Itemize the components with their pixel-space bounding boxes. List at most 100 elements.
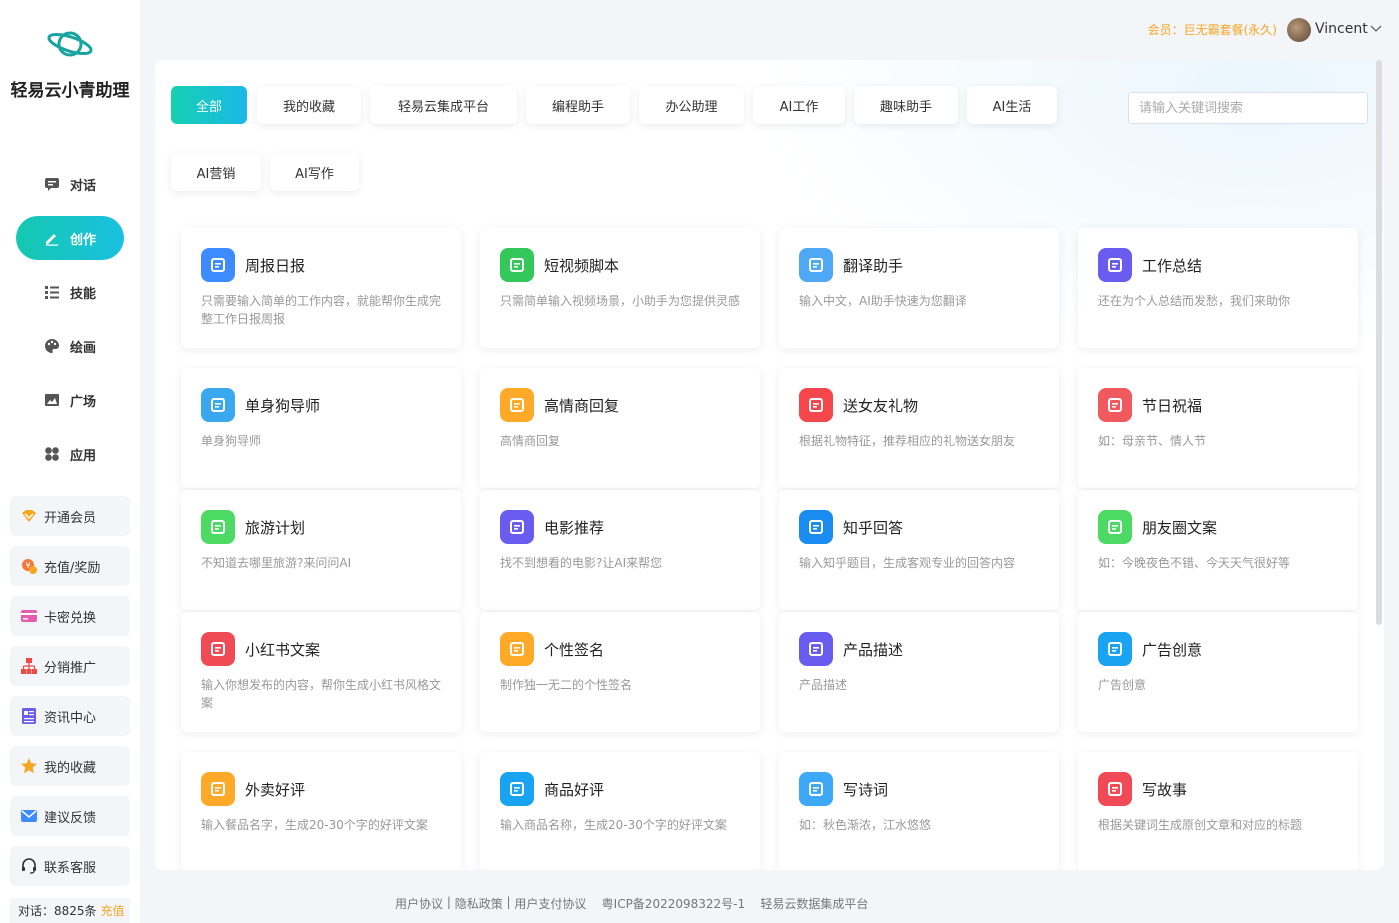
app-card[interactable]: 电影推荐 找不到想看的电影?让AI来帮您 [480,490,760,610]
card-title: 写故事 [1142,781,1188,799]
translate-icon [799,248,833,282]
card-title: 节日祝福 [1142,397,1203,415]
tab-coding-assistant[interactable]: 编程助手 [526,86,630,124]
news-center-button[interactable]: 资讯中心 [10,696,130,736]
app-card[interactable]: 写诗词如：秋色渐浓，江水悠悠 [779,752,1059,870]
card-description: 制作独一无二的个性签名 [500,678,633,692]
image-icon [44,392,60,408]
app-card[interactable]: 小红书文案输入你想发布的内容，帮你生成小红书风格文案 [181,612,461,732]
search-input[interactable] [1128,92,1368,124]
calendar-icon [201,248,235,282]
card-description: 不知道去哪里旅游?来问问AI [201,556,352,570]
coin-icon: ¥ [20,557,38,575]
nav-item-square[interactable]: 广场 [16,378,124,422]
tab-ai-marketing[interactable]: AI营销 [171,153,261,191]
tab-my-favorites[interactable]: 我的收藏 [257,86,361,124]
list-icon [44,284,60,300]
sidebar: 轻易云小青助理 对话 创作 技能 绘画 广场 应用 开通会员 ¥ 充值/奖励 卡… [0,0,140,923]
zhihu-icon [799,510,833,544]
app-card[interactable]: 周报日报只需要输入简单的工作内容，就能帮你生成完整工作日报周报 [181,228,461,348]
icp-link[interactable]: 粤ICP备2022098322号-1 [602,895,745,912]
app-card[interactable]: 翻译助手输入中文，AI助手快速为您翻译 [779,228,1059,348]
app-card[interactable]: 送女友礼物 根据礼物特征，推荐相应的礼物送女朋友 [779,368,1059,488]
scooter-icon [201,772,235,806]
app-card[interactable]: 高情商回复 高情商回复 [480,368,760,488]
card-description: 根据关键词生成原创文章和对应的标题 [1098,818,1303,832]
card-description: 输入餐品名字，生成20-30个字的好评文案 [201,818,428,832]
app-card[interactable]: 写故事根据关键词生成原创文章和对应的标题 [1078,752,1358,870]
film-icon [500,510,534,544]
product-icon [799,632,833,666]
tab-ai-work[interactable]: AI工作 [753,86,845,124]
card-title: 周报日报 [245,257,306,275]
tab-ai-life[interactable]: AI生活 [967,86,1057,124]
app-card[interactable]: 短视频脚本只需简单输入视频场景，小助手为您提供灵感 [480,228,760,348]
app-card[interactable]: 旅游计划不知道去哪里旅游?来问问AI [181,490,461,610]
tab-ai-writing[interactable]: AI写作 [270,153,359,191]
card-title: 翻译助手 [843,257,904,275]
card-description: 只需要输入简单的工作内容，就能帮你生成完整工作日报周报 [201,294,442,326]
tab-qingyiyun-platform[interactable]: 轻易云集成平台 [370,86,517,124]
avatar[interactable] [1287,18,1311,42]
nav-label: 应用 [69,448,96,464]
chevron-down-icon[interactable] [1370,24,1382,34]
card-redeem-button[interactable]: 卡密兑换 [10,596,130,636]
privacy-policy-link[interactable]: 隐私政策 [455,895,503,912]
story-icon [1098,772,1132,806]
app-card[interactable]: 朋友圈文案如：今晚夜色不错、今天天气很好等 [1078,490,1358,610]
card-description: 如：今晚夜色不错、今天天气很好等 [1098,556,1291,570]
username[interactable]: Vincent [1315,21,1368,37]
card-title: 送女友礼物 [843,397,919,415]
card-description: 如：秋色渐浓，江水悠悠 [799,818,932,832]
card-description: 只需简单输入视频场景，小助手为您提供灵感 [500,294,741,308]
contact-service-button[interactable]: 联系客服 [10,846,130,886]
tab-office-assistant[interactable]: 办公助理 [639,86,744,124]
nav-item-chat[interactable]: 对话 [16,162,124,206]
app-card[interactable]: 单身狗导师 单身狗导师 [181,368,461,488]
smile-icon [500,388,534,422]
card-description: 输入你想发布的内容，帮你生成小红书风格文案 [201,678,442,710]
tab-all[interactable]: 全部 [171,86,247,124]
card-description: 输入中文，AI助手快速为您翻译 [799,294,967,308]
app-card[interactable]: 工作总结 还在为个人总结而发愁，我们来助你 [1078,228,1358,348]
app-card[interactable]: 商品好评 输入商品名称，生成20-30个字的好评文案 [480,752,760,870]
app-card[interactable]: 节日祝福 如：母亲节、情人节 [1078,368,1358,488]
card-title: 旅游计划 [245,519,306,537]
app-card[interactable]: 知乎回答 输入知乎题目，生成客观专业的回答内容 [779,490,1059,610]
app-card[interactable]: 广告创意 广告创意 [1078,612,1358,732]
user-agreement-link[interactable]: 用户协议 [395,895,443,912]
card-description: 找不到想看的电影?让AI来帮您 [500,556,663,570]
payment-agreement-link[interactable]: 用户支付协议 [514,895,586,912]
nav-item-skills[interactable]: 技能 [16,270,124,314]
headset-icon [20,857,38,875]
card-title: 小红书文案 [245,641,321,659]
card-title: 写诗词 [843,781,889,799]
card-title: 短视频脚本 [544,257,620,275]
nav-item-paint[interactable]: 绘画 [16,324,124,368]
app-card[interactable]: 个性签名制作独一无二的个性签名 [480,612,760,732]
card-title: 个性签名 [544,641,605,659]
document-icon [1098,248,1132,282]
card-title: 朋友圈文案 [1142,519,1218,537]
chat-icon [44,176,60,192]
vip-button[interactable]: 开通会员 [10,496,130,536]
palette-icon [44,338,60,354]
app-card[interactable]: 产品描述 产品描述 [779,612,1059,732]
scrollbar[interactable] [1376,60,1382,625]
card-description: 输入商品名称，生成20-30个字的好评文案 [500,818,727,832]
thumb-icon [500,772,534,806]
recharge-button[interactable]: ¥ 充值/奖励 [10,546,130,586]
nav-item-create[interactable]: 创作 [16,216,124,260]
feedback-button[interactable]: 建议反馈 [10,796,130,836]
mail-icon [20,807,38,825]
platform-link[interactable]: 轻易云数据集成平台 [760,895,868,912]
main-panel: 全部 我的收藏 轻易云集成平台 编程助手 办公助理 AI工作 趣味助手 AI生活… [155,60,1384,870]
checklist-icon [201,510,235,544]
my-favorites-button[interactable]: 我的收藏 [10,746,130,786]
nav-item-apps[interactable]: 应用 [16,432,124,476]
signature-icon [500,632,534,666]
card-title: 工作总结 [1142,257,1203,275]
distribution-button[interactable]: 分销推广 [10,646,130,686]
app-card[interactable]: 外卖好评 输入餐品名字，生成20-30个字的好评文案 [181,752,461,870]
tab-fun-assistant[interactable]: 趣味助手 [854,86,958,124]
